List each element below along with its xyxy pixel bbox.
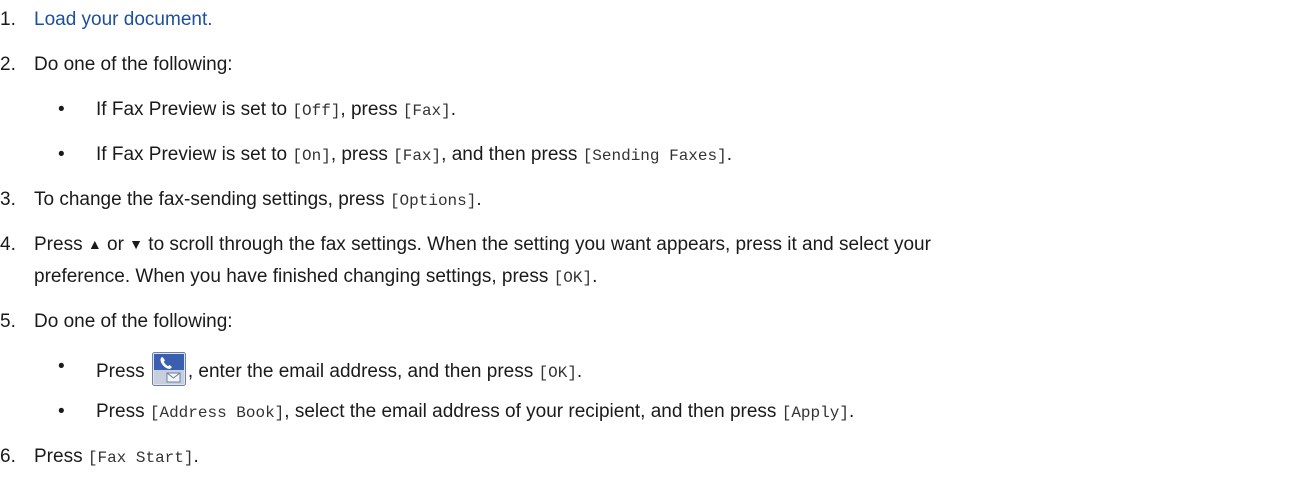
text-fragment: to scroll through the fax settings. When… — [143, 234, 931, 255]
option-text: Press , enter the email address, and the… — [96, 352, 583, 389]
text-fragment: preference. When you have finished chang… — [34, 266, 554, 287]
code-address-book: [Address Book] — [149, 404, 285, 422]
text-fragment: Press — [34, 446, 88, 467]
text-fragment: . — [576, 361, 583, 383]
step-number: 1. — [0, 9, 16, 30]
step-number: 4. — [0, 234, 16, 255]
text-fragment: Press — [96, 361, 150, 383]
bullet: • — [58, 144, 65, 165]
code-ok: [OK] — [538, 364, 577, 383]
code-fax-start: [Fax Start] — [87, 449, 194, 467]
text-fragment: . — [476, 189, 482, 210]
step-number: 6. — [0, 446, 16, 467]
text-fragment: If Fax Preview is set to — [96, 99, 293, 120]
text-fragment: , select the email address of your recip… — [284, 401, 782, 422]
text-fragment: . — [726, 144, 732, 165]
text-fragment: , and then press — [441, 144, 583, 165]
step-text: To change the fax-sending settings, pres… — [34, 188, 482, 213]
option-text: If Fax Preview is set to [On], press [Fa… — [96, 143, 732, 168]
step-text: Press [Fax Start]. — [34, 445, 199, 470]
text-fragment: To change the fax-sending settings, pres… — [34, 189, 390, 210]
step-number: 2. — [0, 54, 16, 75]
code-apply: [Apply] — [781, 404, 849, 422]
step-number: 5. — [0, 311, 16, 332]
text-fragment: , press — [340, 99, 403, 120]
text-fragment: . — [193, 446, 199, 467]
bullet: • — [58, 401, 65, 422]
bullet: • — [58, 99, 65, 120]
load-document-link[interactable]: Load your document. — [34, 8, 213, 32]
code-fax: [Fax] — [393, 147, 442, 165]
option-text: Press [Address Book], select the email a… — [96, 400, 854, 425]
text-fragment: , enter the email address, and then pres… — [187, 361, 539, 383]
text-fragment: . — [450, 99, 457, 120]
text-fragment: or — [101, 234, 130, 255]
code-sending-faxes: [Sending Faxes] — [582, 147, 727, 165]
step-number: 3. — [0, 189, 16, 210]
code-off: [Off] — [292, 102, 341, 120]
up-arrow-icon: ▲ — [87, 236, 102, 252]
code-ok: [OK] — [553, 269, 593, 287]
text-fragment: . — [848, 401, 855, 422]
option-text: If Fax Preview is set to [Off], press [F… — [96, 98, 456, 123]
text-fragment: Press — [34, 234, 88, 255]
code-on: [On] — [292, 147, 331, 165]
code-options: [Options] — [389, 192, 477, 210]
step-text: Do one of the following: — [34, 311, 233, 332]
fax-email-icon — [151, 352, 186, 386]
text-fragment: , press — [330, 144, 394, 165]
step-text: preference. When you have finished chang… — [34, 265, 597, 290]
down-arrow-icon: ▼ — [129, 236, 144, 252]
step-text: Press ▲ or ▼ to scroll through the fax s… — [34, 233, 931, 257]
code-fax: [Fax] — [402, 102, 451, 120]
text-fragment: Press — [96, 401, 150, 422]
text-fragment: . — [592, 266, 598, 287]
text-fragment: If Fax Preview is set to — [96, 144, 293, 165]
bullet: • — [58, 356, 65, 377]
step-text: Do one of the following: — [34, 54, 233, 75]
